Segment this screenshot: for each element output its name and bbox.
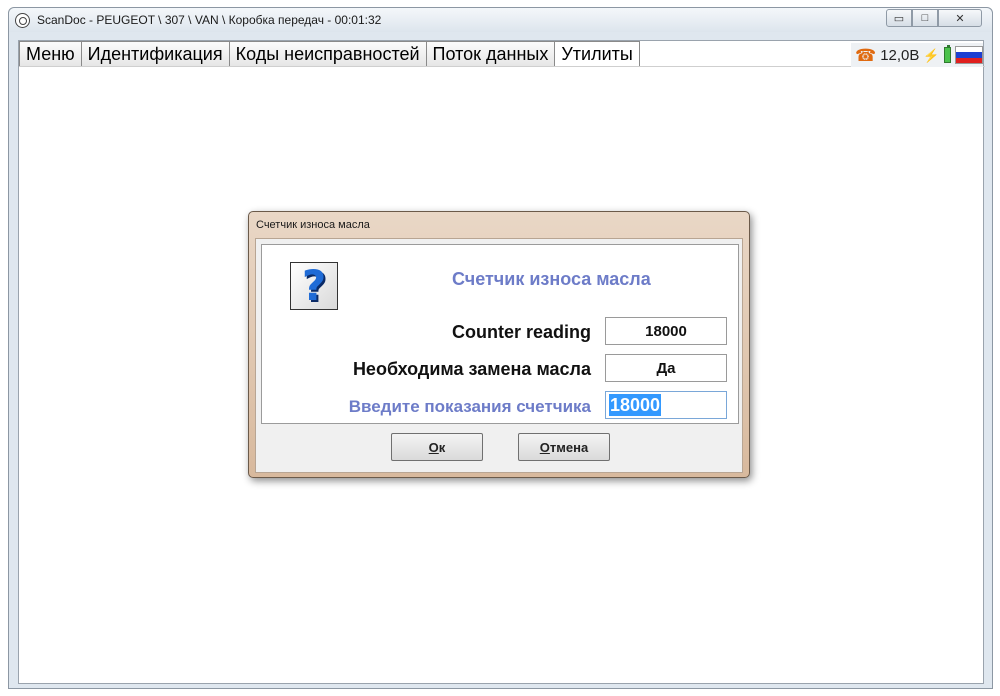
tab-identification[interactable]: Идентификация: [81, 41, 230, 67]
dialog-content-frame: ? Счетчик износа масла Counter reading 1…: [261, 244, 739, 424]
tab-menu[interactable]: Меню: [19, 41, 82, 67]
window-controls: ▭ □ ✕: [886, 9, 982, 27]
tab-utilities[interactable]: Утилиты: [555, 41, 640, 67]
tab-divider: [19, 66, 985, 67]
question-icon: ?: [290, 262, 338, 310]
dialog-body: ? Счетчик износа масла Counter reading 1…: [255, 238, 743, 473]
ok-button[interactable]: Ок: [391, 433, 483, 461]
tab-fault-codes[interactable]: Коды неисправностей: [229, 41, 427, 67]
oil-change-needed-value: Да: [605, 354, 727, 382]
oil-wear-counter-dialog: Счетчик износа масла ? Счетчик износа ма…: [248, 211, 750, 478]
counter-reading-label: Counter reading: [451, 322, 591, 342]
ok-label-rest: к: [438, 439, 446, 455]
title-bar[interactable]: ScanDoc - PEUGEOT \ 307 \ VAN \ Коробка …: [9, 8, 992, 32]
oil-change-needed-label: Необходима замена масла: [352, 359, 591, 379]
maximize-icon: □: [921, 12, 929, 24]
russia-flag-icon[interactable]: [955, 46, 983, 64]
dialog-title: Счетчик износа масла: [256, 219, 370, 231]
minimize-button[interactable]: ▭: [886, 9, 912, 27]
plug-icon: ⚡: [923, 47, 940, 63]
flag-stripe-red: [956, 57, 982, 63]
maximize-button[interactable]: □: [912, 9, 938, 27]
ok-accel-char: О: [428, 439, 439, 455]
status-area: ☎ 12,0В ⚡: [851, 43, 983, 67]
counter-input[interactable]: 18000: [605, 391, 727, 419]
close-icon: ✕: [955, 12, 965, 25]
scandoc-app-icon: [15, 13, 30, 28]
tab-data-stream[interactable]: Поток данных: [426, 41, 556, 67]
battery-icon: [943, 45, 952, 63]
window-title: ScanDoc - PEUGEOT \ 307 \ VAN \ Коробка …: [37, 13, 382, 27]
tab-bar: Меню Идентификация Коды неисправностей П…: [19, 41, 640, 67]
voltage-readout: 12,0В: [880, 46, 920, 64]
counter-reading-value: 18000: [605, 317, 727, 345]
cancel-accel-char: О: [539, 439, 550, 455]
enter-counter-label: Введите показания счетчика: [348, 397, 591, 416]
close-button[interactable]: ✕: [938, 9, 982, 27]
phone-icon: ☎: [855, 45, 877, 65]
dialog-heading: Счетчик износа масла: [452, 269, 651, 289]
cancel-button[interactable]: Отмена: [518, 433, 610, 461]
minimize-icon: ▭: [893, 12, 905, 25]
counter-input-value: 18000: [609, 394, 662, 416]
cancel-label-rest: тмена: [549, 439, 589, 455]
